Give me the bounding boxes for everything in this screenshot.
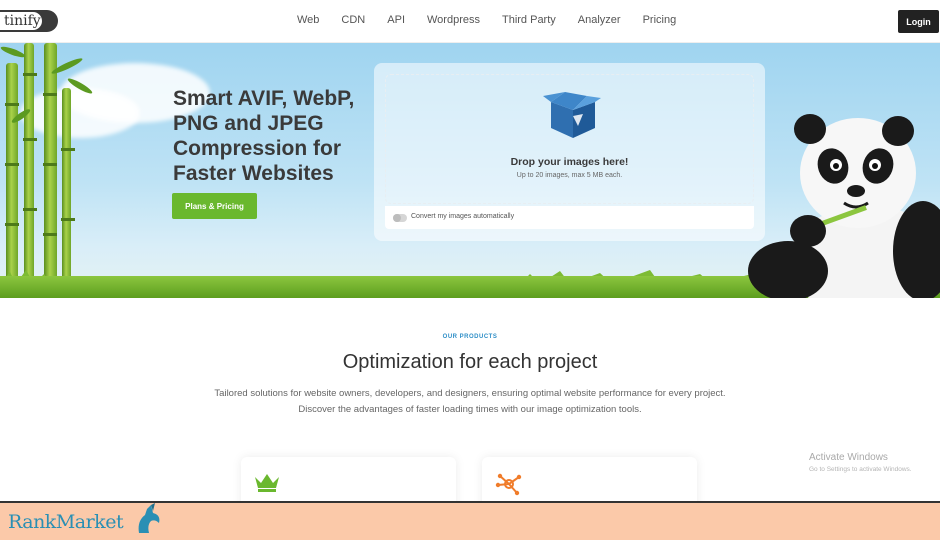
activate-windows-subtitle: Go to Settings to activate Windows.	[809, 466, 912, 473]
section-description: Tailored solutions for website owners, d…	[214, 388, 726, 415]
login-button[interactable]: Login	[898, 10, 939, 33]
products-eyebrow: OUR PRODUCTS	[442, 334, 498, 340]
convert-label: Convert my images automatically	[411, 213, 515, 220]
tinify-logo[interactable]: tinify	[0, 10, 58, 32]
main-nav: Web CDN API Wordpress Third Party Analyz…	[297, 14, 698, 26]
panda-mascot	[748, 114, 940, 298]
drop-subtitle: Up to 20 images, max 5 MB each.	[516, 172, 623, 179]
activate-windows-title: Activate Windows	[809, 452, 888, 463]
nav-item-third-party[interactable]: Third Party	[502, 14, 556, 26]
section-title: Optimization for each project	[342, 351, 598, 373]
cloud	[20, 88, 140, 138]
plans-pricing-button[interactable]: Plans & Pricing	[172, 193, 257, 219]
bamboo-stalk	[43, 43, 57, 298]
nav-item-pricing[interactable]: Pricing	[643, 14, 677, 26]
nav-item-analyzer[interactable]: Analyzer	[578, 14, 621, 26]
bamboo-stalk	[5, 63, 19, 298]
nav-item-web[interactable]: Web	[297, 14, 319, 26]
drop-title: Drop your images here!	[510, 156, 629, 168]
bamboo-stalk	[61, 88, 75, 298]
logo-text: tinify	[0, 10, 44, 32]
bamboo-stalk	[23, 43, 37, 298]
nav-item-cdn[interactable]: CDN	[341, 14, 365, 26]
crown-icon	[255, 474, 279, 492]
unicorn-logo-icon	[138, 503, 160, 533]
hero-section: Smart AVIF, WebP, PNG and JPEG Compressi…	[0, 43, 940, 298]
nav-item-wordpress[interactable]: Wordpress	[427, 14, 480, 26]
nav-item-api[interactable]: API	[387, 14, 405, 26]
hero-title: Smart AVIF, WebP, PNG and JPEG Compressi…	[173, 87, 355, 185]
convert-row: Convert my images automatically	[385, 206, 754, 229]
convert-toggle[interactable]	[393, 214, 407, 222]
rankmarket-logo: RankMarket	[8, 511, 124, 533]
site-header: tinify Web CDN API Wordpress Third Party…	[0, 0, 940, 43]
network-icon	[495, 473, 522, 496]
bamboo-leaf	[0, 44, 27, 60]
open-box-icon	[543, 92, 601, 138]
